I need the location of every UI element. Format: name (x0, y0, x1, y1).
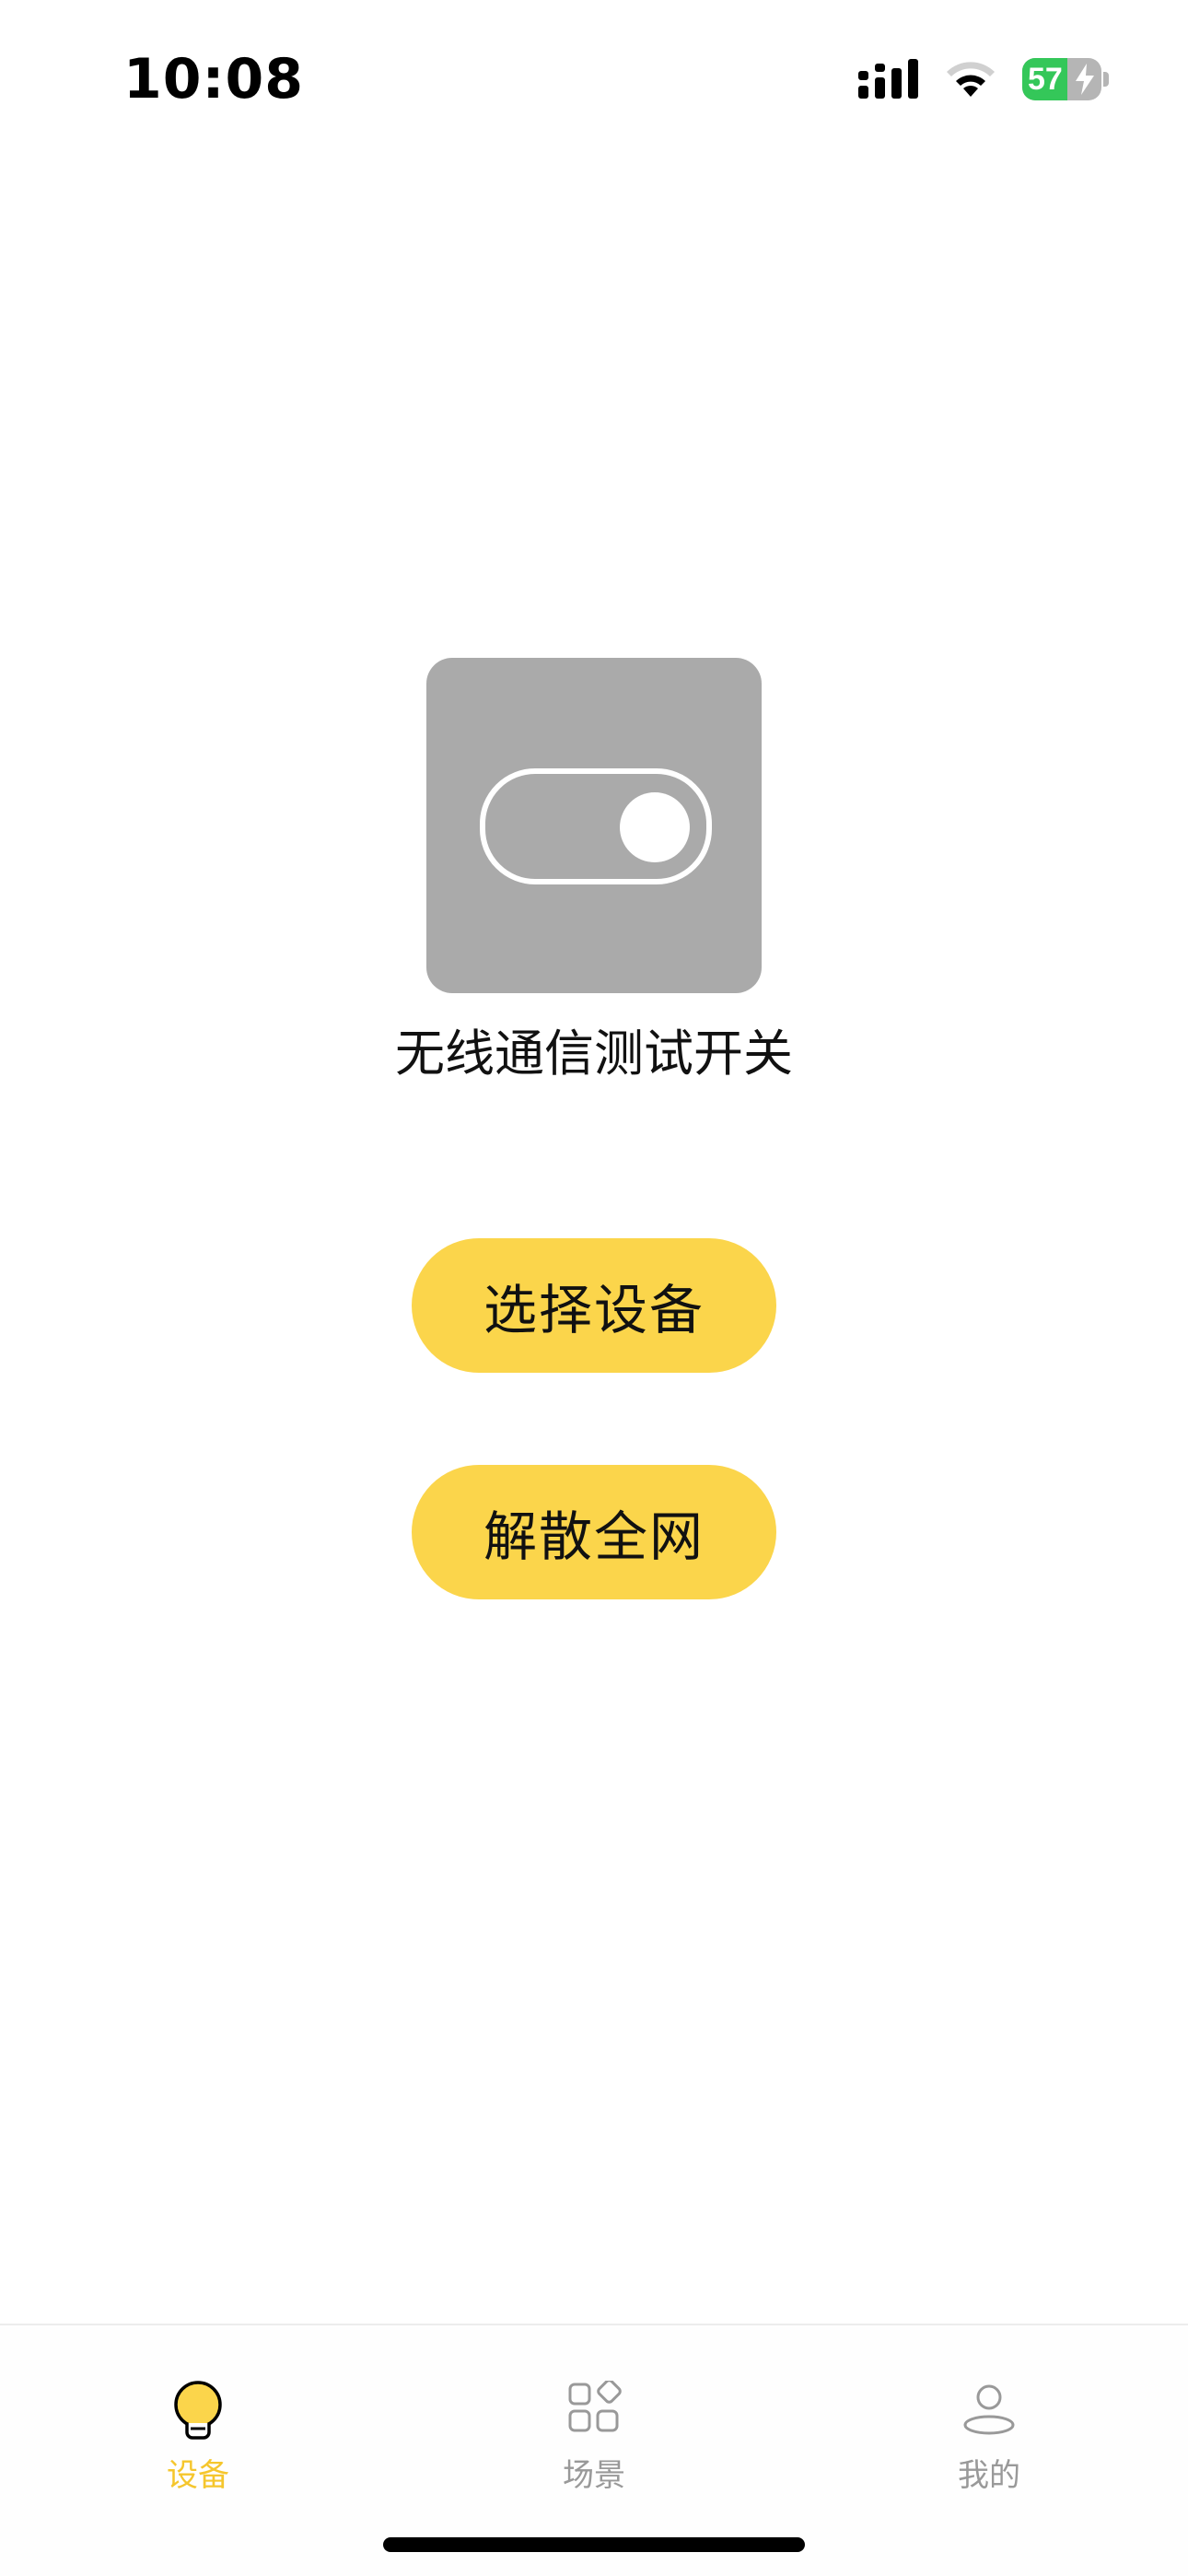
signal-icon (858, 59, 918, 99)
user-profile-icon (963, 2384, 1015, 2435)
device-card[interactable] (426, 658, 762, 993)
status-time: 10:08 (123, 47, 304, 111)
device-name: 无线通信测试开关 (395, 1025, 793, 1083)
wifi-icon (947, 62, 995, 97)
tab-devices-label: 设备 (167, 2457, 229, 2494)
tab-scenes[interactable]: 场景 (493, 2353, 695, 2510)
dissolve-network-button[interactable]: 解散全网 (412, 1465, 776, 1599)
battery-charging-icon: 57 (1022, 57, 1109, 101)
tab-devices[interactable]: 设备 (97, 2353, 299, 2510)
status-bar: 10:08 57 (0, 0, 1188, 157)
charging-bolt-icon (1076, 64, 1094, 95)
tab-mine[interactable]: 我的 (888, 2353, 1090, 2510)
status-icons: 57 (858, 53, 1109, 105)
lightbulb-icon (174, 2381, 222, 2440)
toggle-switch-icon (480, 768, 712, 884)
tab-mine-label: 我的 (958, 2457, 1020, 2494)
toggle-knob (620, 792, 690, 862)
scenes-grid-icon (568, 2381, 622, 2432)
tab-scenes-label: 场景 (563, 2457, 625, 2494)
home-indicator (383, 2537, 805, 2552)
select-device-button[interactable]: 选择设备 (412, 1238, 776, 1373)
battery-level: 57 (1028, 62, 1063, 97)
